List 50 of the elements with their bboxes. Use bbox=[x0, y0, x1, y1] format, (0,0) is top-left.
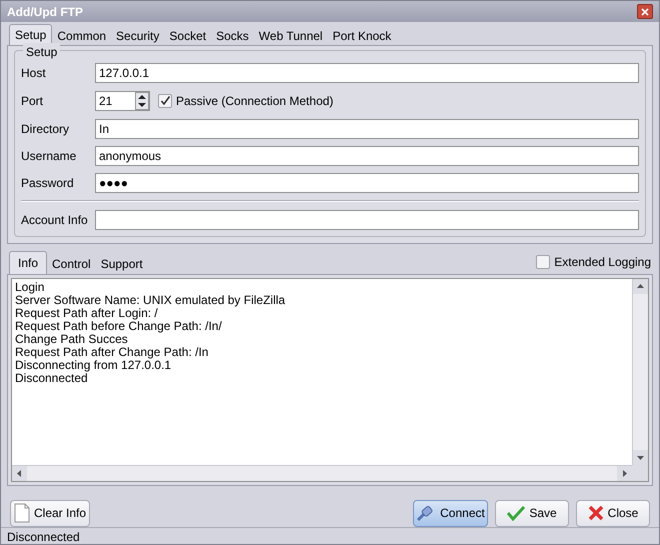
tab[interactable]: Control bbox=[47, 254, 96, 274]
field-label: Host bbox=[21, 64, 47, 82]
log-line: Server Software Name: UNIX emulated by FileZilla bbox=[15, 294, 286, 307]
tab[interactable]: Info bbox=[9, 251, 48, 274]
status-text: Disconnected bbox=[7, 529, 80, 544]
tab[interactable]: Security bbox=[111, 26, 164, 45]
connect-button[interactable]: Connect bbox=[413, 500, 488, 526]
username-field[interactable]: anonymous bbox=[95, 146, 639, 166]
field-label: Account Info bbox=[21, 212, 89, 228]
save-button[interactable]: Save bbox=[495, 500, 569, 526]
group-title: Setup bbox=[23, 43, 60, 61]
log-line: Disconnecting from 127.0.0.1 bbox=[15, 359, 172, 372]
tab[interactable]: Port Knock bbox=[328, 26, 396, 45]
close-button[interactable]: Close bbox=[576, 500, 650, 526]
log-line: Request Path before Change Path: /In/ bbox=[15, 320, 223, 333]
tab[interactable]: Socks bbox=[211, 26, 254, 45]
checkbox-label: Passive (Connection Method) bbox=[176, 92, 334, 110]
tab[interactable]: Socket bbox=[164, 26, 212, 45]
spin-arrows-icon bbox=[135, 92, 149, 110]
document-icon bbox=[14, 503, 30, 523]
close-icon bbox=[641, 8, 649, 16]
horizontal-scrollbar[interactable] bbox=[12, 465, 632, 481]
log-line: Request Path after Login: / bbox=[15, 307, 159, 320]
log-line: Request Path after Change Path: /In bbox=[15, 346, 210, 359]
clear-button[interactable]: Clear Info bbox=[10, 500, 90, 526]
field-label: Port bbox=[21, 92, 44, 110]
host-field[interactable]: 127.0.0.1 bbox=[95, 62, 639, 82]
tab[interactable]: Common bbox=[52, 26, 112, 45]
check-icon bbox=[160, 95, 170, 106]
log-line: Login bbox=[15, 281, 46, 294]
tab[interactable]: Setup bbox=[9, 24, 52, 45]
checkbox[interactable] bbox=[158, 94, 172, 108]
log-line: Disconnected bbox=[15, 372, 88, 385]
account-info-field[interactable] bbox=[95, 210, 639, 230]
checkbox-label: Extended Logging bbox=[554, 254, 651, 271]
password-field[interactable]: ●●●● bbox=[95, 172, 639, 192]
close-icon bbox=[588, 505, 604, 521]
port-spinner[interactable]: 21 bbox=[95, 90, 150, 110]
field-label: Directory bbox=[21, 120, 70, 138]
field-label: Username bbox=[21, 148, 78, 164]
checkmark-icon bbox=[507, 505, 526, 521]
tab[interactable]: Support bbox=[96, 254, 148, 274]
close-button[interactable] bbox=[637, 4, 653, 19]
vertical-scrollbar[interactable] bbox=[632, 279, 648, 465]
directory-field[interactable]: In bbox=[95, 118, 639, 138]
window-title: Add/Upd FTP bbox=[7, 4, 83, 20]
log-line: Change Path Succes bbox=[15, 333, 129, 346]
checkbox[interactable] bbox=[536, 255, 550, 269]
tab[interactable]: Web Tunnel bbox=[254, 26, 328, 45]
field-label: Password bbox=[21, 174, 75, 192]
